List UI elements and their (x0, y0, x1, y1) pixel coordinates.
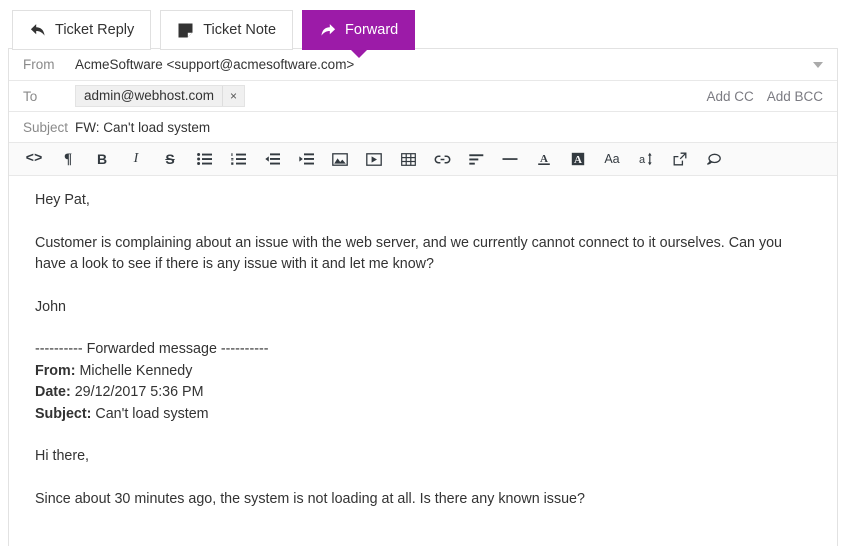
email-body-editor[interactable]: Hey Pat, Customer is complaining about a… (9, 176, 837, 546)
body-signature: John (35, 298, 67, 315)
ticket-reply-label: Ticket Reply (55, 21, 135, 38)
forward-button[interactable]: Forward (302, 10, 416, 50)
link-icon[interactable] (425, 144, 459, 175)
source-code-icon[interactable]: <> (17, 144, 51, 175)
note-icon (177, 22, 194, 39)
horizontal-rule-icon[interactable] (493, 144, 527, 175)
table-icon[interactable] (391, 144, 425, 175)
forwarded-divider: ---------- Forwarded message ---------- (35, 341, 269, 357)
svg-text:A: A (540, 153, 548, 165)
recipient-chip[interactable]: admin@webhost.com × (75, 85, 246, 107)
editor-toolbar: <> ¶ B I S A A Aa a (9, 143, 837, 176)
paragraph-icon[interactable]: ¶ (51, 144, 85, 175)
forwarded-subject-label: Subject: (35, 405, 92, 422)
svg-text:A: A (574, 154, 582, 166)
reply-arrow-icon (29, 22, 46, 39)
unordered-list-icon[interactable] (187, 144, 221, 175)
add-cc-link[interactable]: Add CC (706, 89, 753, 104)
forwarded-from-label: From: (35, 362, 76, 379)
subject-field-row: Subject FW: Can't load system (9, 112, 837, 143)
forward-arrow-icon (319, 22, 336, 39)
background-color-icon[interactable]: A (561, 144, 595, 175)
add-bcc-link[interactable]: Add BCC (767, 89, 823, 104)
cc-bcc-links: Add CC Add BCC (706, 89, 823, 104)
forwarded-date-value: 29/12/2017 5:36 PM (74, 384, 204, 400)
align-icon[interactable] (459, 144, 493, 175)
strikethrough-icon[interactable]: S (153, 144, 187, 175)
fullscreen-icon[interactable] (663, 144, 697, 175)
ticket-reply-button[interactable]: Ticket Reply (12, 10, 152, 50)
ticket-note-label: Ticket Note (203, 21, 277, 38)
from-field-row: From AcmeSoftware <support@acmesoftware.… (9, 49, 837, 81)
forwarded-subject-line: Subject: Can't load system (35, 404, 811, 426)
outdent-icon[interactable] (255, 144, 289, 175)
quoted-greeting: Hi there, (35, 448, 90, 464)
forwarded-message-header: ---------- Forwarded message ---------- … (35, 339, 811, 425)
to-field-row: To admin@webhost.com × Add CC Add BCC (9, 81, 837, 112)
text-color-icon[interactable]: A (527, 144, 561, 175)
body-paragraph: Customer is complaining about an issue w… (35, 234, 783, 273)
bold-icon[interactable]: B (85, 144, 119, 175)
remove-recipient-icon[interactable]: × (223, 86, 244, 106)
ordered-list-icon[interactable] (221, 144, 255, 175)
font-size-icon[interactable]: a (629, 144, 663, 175)
ticket-note-button[interactable]: Ticket Note (160, 10, 294, 50)
image-icon[interactable] (323, 144, 357, 175)
composer-action-bar: Ticket Reply Ticket Note Forward (0, 0, 846, 50)
comment-icon[interactable] (697, 144, 731, 175)
to-label: To (23, 88, 38, 104)
chevron-down-icon[interactable] (813, 61, 823, 68)
recipient-email: admin@webhost.com (76, 86, 224, 106)
forward-label: Forward (345, 21, 399, 38)
subject-label: Subject (23, 119, 69, 135)
italic-icon[interactable]: I (119, 144, 153, 175)
indent-icon[interactable] (289, 144, 323, 175)
from-value[interactable]: AcmeSoftware <support@acmesoftware.com> (75, 57, 805, 72)
subject-input[interactable]: FW: Can't load system (75, 120, 823, 135)
quoted-paragraph: Since about 30 minutes ago, the system i… (35, 490, 585, 507)
svg-text:a: a (639, 154, 646, 166)
font-family-icon[interactable]: Aa (595, 144, 629, 175)
forwarded-subject-value: Can't load system (95, 405, 209, 422)
from-label: From (23, 57, 55, 72)
forwarded-date-line: Date: 29/12/2017 5:36 PM (35, 382, 811, 404)
video-icon[interactable] (357, 144, 391, 175)
email-composer-panel: From AcmeSoftware <support@acmesoftware.… (8, 48, 838, 546)
forwarded-from-line: From: Michelle Kennedy (35, 361, 811, 383)
forwarded-date-label: Date: (35, 384, 71, 400)
forwarded-from-value: Michelle Kennedy (79, 362, 193, 379)
body-greeting: Hey Pat, (35, 192, 90, 208)
